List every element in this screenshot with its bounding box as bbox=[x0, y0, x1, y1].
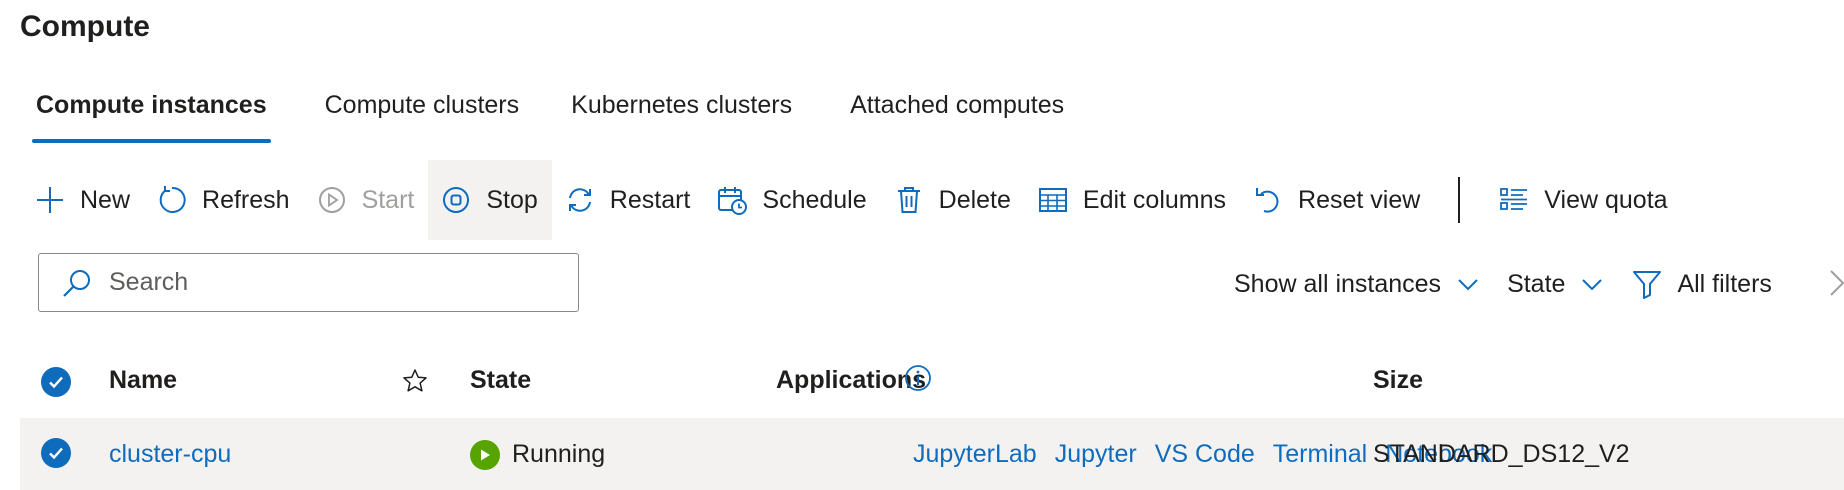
info-icon[interactable] bbox=[904, 364, 932, 392]
refresh-icon bbox=[159, 186, 186, 213]
tab-compute-clusters[interactable]: Compute clusters bbox=[325, 88, 520, 146]
restart-icon bbox=[568, 188, 591, 212]
stop-label: Stop bbox=[486, 185, 538, 214]
toolbar-divider bbox=[1458, 177, 1461, 223]
schedule-label: Schedule bbox=[762, 185, 867, 214]
table-header: Name State Applications Size bbox=[20, 352, 1844, 412]
state-filter-label: State bbox=[1507, 269, 1566, 298]
all-filters-label: All filters bbox=[1677, 269, 1772, 298]
instances-filter-label: Show all instances bbox=[1234, 269, 1442, 298]
tab-compute-instances[interactable]: Compute instances bbox=[32, 88, 271, 146]
plus-icon bbox=[37, 187, 63, 213]
reset-view-button[interactable]: Reset view bbox=[1240, 160, 1434, 240]
search-input[interactable] bbox=[109, 268, 529, 297]
state-filter-dropdown[interactable]: State bbox=[1507, 270, 1603, 299]
restart-button[interactable]: Restart bbox=[552, 160, 705, 240]
start-button[interactable]: Start bbox=[304, 160, 429, 240]
new-button[interactable]: New bbox=[22, 160, 144, 240]
chevron-right-icon[interactable] bbox=[1828, 268, 1844, 298]
app-link-jupyterlab[interactable]: JupyterLab bbox=[913, 440, 1037, 469]
table-columns-icon bbox=[1038, 188, 1067, 212]
view-quota-button[interactable]: View quota bbox=[1486, 160, 1681, 240]
column-header-name[interactable]: Name bbox=[109, 366, 177, 395]
edit-columns-button[interactable]: Edit columns bbox=[1025, 160, 1240, 240]
checkmark-icon bbox=[49, 447, 63, 460]
checkmark-icon bbox=[49, 376, 63, 389]
tab-attached-computes[interactable]: Attached computes bbox=[850, 88, 1064, 146]
chevron-down-icon bbox=[1582, 279, 1603, 291]
filter-icon bbox=[1633, 271, 1662, 299]
all-filters-button[interactable]: All filters bbox=[1631, 268, 1772, 300]
row-checkbox[interactable] bbox=[41, 438, 71, 468]
reset-view-label: Reset view bbox=[1298, 185, 1421, 214]
tab-kubernetes-clusters[interactable]: Kubernetes clusters bbox=[571, 88, 792, 146]
filter-bar: Show all instances State All filters bbox=[1234, 262, 1800, 306]
view-quota-label: View quota bbox=[1544, 185, 1668, 214]
new-label: New bbox=[80, 185, 131, 214]
delete-button[interactable]: Delete bbox=[881, 160, 1025, 240]
app-link-jupyter[interactable]: Jupyter bbox=[1055, 440, 1137, 469]
instances-filter-dropdown[interactable]: Show all instances bbox=[1234, 270, 1479, 299]
search-icon bbox=[63, 269, 90, 297]
refresh-button[interactable]: Refresh bbox=[144, 160, 304, 240]
tab-bar: Compute instances Compute clusters Kuber… bbox=[32, 88, 1122, 146]
page-title: Compute bbox=[20, 10, 150, 43]
running-icon bbox=[470, 440, 500, 470]
edit-columns-label: Edit columns bbox=[1082, 185, 1227, 214]
chevron-down-icon bbox=[1458, 279, 1478, 291]
stop-circle-icon bbox=[443, 187, 470, 213]
instance-name-link[interactable]: cluster-cpu bbox=[109, 440, 231, 469]
delete-label: Delete bbox=[938, 185, 1011, 214]
table-row[interactable]: cluster-cpu Running JupyterLab Jupyter V… bbox=[20, 418, 1844, 490]
size-text: STANDARD_DS12_V2 bbox=[1373, 440, 1630, 468]
command-bar: New Refresh Start Stop Restart Schedule … bbox=[22, 160, 1682, 240]
start-label: Start bbox=[361, 185, 415, 214]
trash-icon bbox=[897, 187, 920, 213]
schedule-button[interactable]: Schedule bbox=[704, 160, 880, 240]
state-text: Running bbox=[512, 440, 606, 468]
select-all-checkbox[interactable] bbox=[41, 367, 71, 397]
app-link-terminal[interactable]: Terminal bbox=[1273, 440, 1367, 469]
list-icon bbox=[1500, 188, 1528, 210]
star-icon[interactable] bbox=[402, 368, 428, 394]
play-circle-icon bbox=[318, 187, 345, 213]
search-box[interactable] bbox=[38, 253, 579, 312]
refresh-label: Refresh bbox=[202, 185, 290, 214]
calendar-clock-icon bbox=[718, 187, 748, 215]
app-link-vscode[interactable]: VS Code bbox=[1155, 440, 1255, 469]
undo-icon bbox=[1256, 188, 1279, 213]
stop-button[interactable]: Stop bbox=[428, 160, 552, 240]
column-header-size[interactable]: Size bbox=[1373, 366, 1423, 395]
restart-label: Restart bbox=[609, 185, 691, 214]
column-header-state[interactable]: State bbox=[470, 366, 531, 395]
